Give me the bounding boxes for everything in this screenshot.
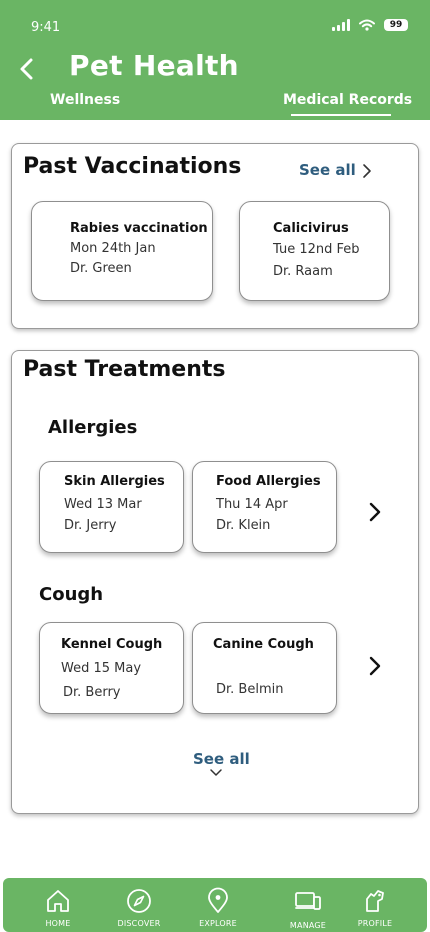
card-title: Skin Allergies [64,474,165,489]
card-doctor: Dr. Klein [216,518,271,533]
nav-item-profile[interactable]: PROFILE [340,878,410,932]
nav-label: PROFILE [357,919,393,928]
card-doctor: Dr. Raam [273,264,333,279]
nav-item-discover[interactable]: DISCOVER [104,878,174,932]
card-date: Wed 15 May [61,661,142,676]
treatment-card-skin-allergies[interactable]: Skin Allergies Wed 13 Mar Dr. Jerry [39,461,184,553]
card-title: Calicivirus [273,221,349,236]
card-title: Kennel Cough [61,637,163,652]
allergies-next-arrow-icon[interactable] [367,501,383,523]
nav-item-home[interactable]: HOME [23,878,93,932]
page-title: Pet Health [69,49,239,82]
nav-item-explore[interactable]: EXPLORE [183,878,253,932]
bottom-nav-bar: HOME DISCOVER EXPLORE MANAGE PROFILE [3,878,427,932]
cough-next-arrow-icon[interactable] [367,655,383,677]
devices-icon [295,892,321,910]
vaccination-card-calicivirus[interactable]: Calicivirus Tue 12nd Feb Dr. Raam [239,201,390,301]
tab-wellness[interactable]: Wellness [50,92,120,108]
compass-icon [127,889,151,913]
treatments-see-all-link[interactable]: See all [193,750,250,768]
treatment-card-food-allergies[interactable]: Food Allergies Thu 14 Apr Dr. Klein [192,461,337,553]
signal-icon [332,19,350,31]
past-treatments-title: Past Treatments [23,357,226,382]
cough-heading: Cough [39,584,104,605]
allergies-heading: Allergies [48,417,138,438]
card-date: Thu 14 Apr [216,497,288,512]
vaccination-card-rabies[interactable]: Rabies vaccination Mon 24th Jan Dr. Gree… [31,201,213,301]
card-date: Mon 24th Jan [70,241,156,256]
status-icons: 99 [332,19,408,31]
card-title: Rabies vaccination [70,221,208,236]
nav-label: DISCOVER [117,919,161,928]
past-vaccinations-title: Past Vaccinations [23,154,242,179]
nav-label: HOME [45,919,71,928]
nav-label: EXPLORE [199,919,237,928]
chevron-down-icon[interactable] [209,768,223,778]
card-title: Food Allergies [216,474,321,489]
home-icon [47,890,69,912]
card-date: Wed 13 Mar [64,497,142,512]
battery-icon: 99 [384,19,408,31]
status-time: 9:41 [31,20,61,35]
back-button[interactable] [16,56,38,82]
chevron-right-icon[interactable] [360,163,374,179]
vaccinations-see-all-link[interactable]: See all [299,161,356,179]
card-doctor: Dr. Belmin [216,682,284,697]
treatment-card-canine-cough[interactable]: Canine Cough Dr. Belmin [192,622,337,714]
map-pin-icon [208,887,228,913]
tab-medical-records[interactable]: Medical Records [283,92,412,108]
pet-profile-icon [366,890,384,912]
card-doctor: Dr. Green [70,261,132,276]
treatment-card-kennel-cough[interactable]: Kennel Cough Wed 15 May Dr. Berry [39,622,184,714]
card-date: Tue 12nd Feb [273,242,360,257]
wifi-icon [359,19,375,31]
card-doctor: Dr. Berry [63,685,121,700]
app-header: 9:41 99 Pet Health Wellness Medical Reco… [0,0,430,120]
active-tab-indicator [291,114,391,116]
card-doctor: Dr. Jerry [64,518,117,533]
nav-item-manage[interactable]: MANAGE [273,878,343,932]
card-title: Canine Cough [213,637,314,652]
nav-label: MANAGE [289,921,327,930]
